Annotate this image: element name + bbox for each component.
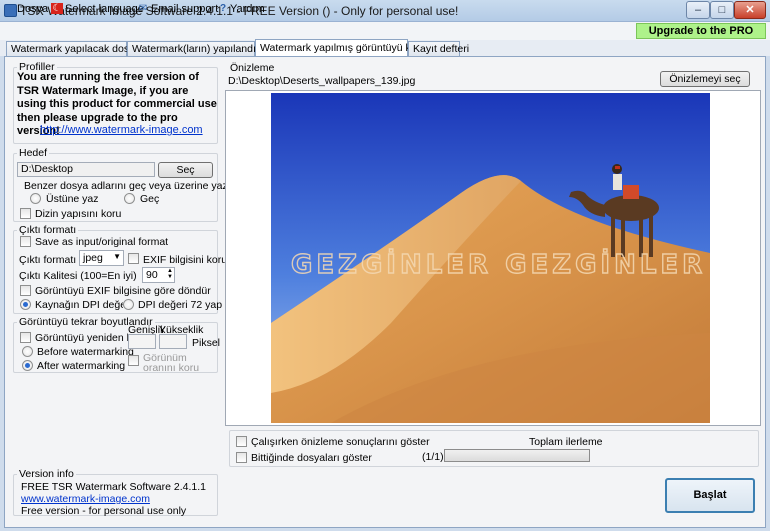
quality-value: 90 xyxy=(146,269,158,281)
dpi-source-label: Kaynağın DPI değerini al xyxy=(35,299,123,311)
unit-label: Piksel xyxy=(192,337,221,349)
before-watermarking-label: Before watermarking xyxy=(37,346,134,358)
resize-enable-label: Görüntüyü yeniden boyutla xyxy=(35,332,128,344)
version-info-label: Version info xyxy=(17,468,76,480)
preview-label: Önizleme xyxy=(228,62,277,74)
dpi-72-label: DPI değeri 72 yap xyxy=(138,299,223,311)
flag-icon: ☾ xyxy=(51,3,63,14)
format-select[interactable]: jpeg ▼ xyxy=(79,250,124,266)
stepper-arrows-icon[interactable]: ▲ ▼ xyxy=(167,268,173,280)
select-preview-button[interactable]: Önizlemeyi seç xyxy=(660,71,750,87)
after-watermarking-label: After watermarking xyxy=(37,360,126,372)
exif-keep-label: EXIF bilgisini koru xyxy=(143,254,228,266)
menu-select-language[interactable]: Select language xyxy=(65,3,144,15)
after-watermarking-radio[interactable] xyxy=(22,360,33,371)
help-icon: ? xyxy=(219,3,227,14)
rotate-exif-checkbox[interactable] xyxy=(20,285,31,296)
progress-bar xyxy=(444,449,590,462)
skip-radio[interactable] xyxy=(124,193,135,204)
keep-structure-label: Dizin yapısını koru xyxy=(35,208,122,220)
app-icon xyxy=(4,4,17,17)
website-link[interactable]: http://www.watermark-image.com xyxy=(40,124,203,136)
tab-log[interactable]: Kayıt defteri xyxy=(408,41,469,56)
show-preview-checkbox[interactable] xyxy=(236,436,247,447)
start-button[interactable]: Başlat xyxy=(665,478,755,513)
quality-label: Çıktı Kalitesi (100=En iyi) xyxy=(19,270,137,282)
menu-email-support[interactable]: Email support xyxy=(151,3,218,15)
chevron-down-icon: ▼ xyxy=(113,252,121,261)
output-format-label: Çıktı formatı xyxy=(17,224,79,236)
tab-files[interactable]: Watermark yapılacak dosyalar xyxy=(6,41,152,56)
target-select-button[interactable]: Seç xyxy=(158,162,213,178)
version-license-line: Free version - for personal use only xyxy=(21,505,187,517)
version-website-link[interactable]: www.watermark-image.com xyxy=(21,493,150,505)
format-label: Çıktı formatı xyxy=(19,254,77,266)
rotate-exif-label: Görüntüyü EXIF bilgisine göre döndür xyxy=(35,285,211,297)
dpi-72-radio[interactable] xyxy=(123,299,134,310)
total-progress-label: Toplam ilerleme xyxy=(529,436,603,448)
duplicate-question: Benzer dosya adlarını geç veya üzerine y… xyxy=(24,180,234,192)
close-button[interactable]: ✕ xyxy=(734,1,766,19)
tab-configuration[interactable]: Watermark(ların) yapılandırması xyxy=(127,41,282,56)
dpi-source-radio[interactable] xyxy=(20,299,31,310)
menu-file[interactable]: Dosya xyxy=(17,3,48,15)
minimize-button[interactable]: – xyxy=(686,1,710,19)
overwrite-radio[interactable] xyxy=(30,193,41,204)
show-preview-label: Çalışırken önizleme sonuçlarını göster xyxy=(251,436,430,448)
show-files-label: Bittiğinde dosyaları göster xyxy=(251,452,372,464)
keep-ratio-checkbox[interactable] xyxy=(128,355,139,366)
skip-label: Geç xyxy=(140,193,160,205)
tab-save-output[interactable]: Watermark yapılmış görüntüyü kaydet xyxy=(255,39,436,57)
preview-image: GEZGİNLER GEZGİNLER xyxy=(271,93,710,423)
menu-help[interactable]: Yardım xyxy=(230,3,265,15)
quality-stepper[interactable]: 90 ▲ ▼ xyxy=(142,267,175,283)
overwrite-label: Üstüne yaz xyxy=(46,193,99,205)
version-line: FREE TSR Watermark Software 2.4.1.1 xyxy=(21,481,206,493)
keep-structure-checkbox[interactable] xyxy=(20,208,31,219)
maximize-button[interactable]: □ xyxy=(710,1,734,19)
target-label: Hedef xyxy=(17,147,50,159)
save-as-input-checkbox[interactable] xyxy=(20,236,31,247)
save-as-input-label: Save as input/original format xyxy=(35,236,169,248)
desert-photo: GEZGİNLER GEZGİNLER xyxy=(271,93,710,423)
watermark-text: GEZGİNLER GEZGİNLER xyxy=(291,248,706,280)
preview-file-path: D:\Desktop\Deserts_wallpapers_139.jpg xyxy=(228,75,416,87)
keep-ratio-label: Görünüm oranını koru xyxy=(143,352,200,374)
resize-checkbox[interactable] xyxy=(20,332,31,343)
email-icon: ✉ xyxy=(138,3,148,14)
height-field[interactable] xyxy=(159,334,187,349)
target-path-field[interactable]: D:\Desktop xyxy=(17,162,155,177)
progress-count: (1/1) xyxy=(422,451,444,463)
format-value: jpeg xyxy=(83,252,103,264)
upgrade-pro-button[interactable]: Upgrade to the PRO version xyxy=(636,23,766,51)
before-watermarking-radio[interactable] xyxy=(22,346,33,357)
show-files-checkbox[interactable] xyxy=(236,452,247,463)
exif-keep-checkbox[interactable] xyxy=(128,253,139,264)
